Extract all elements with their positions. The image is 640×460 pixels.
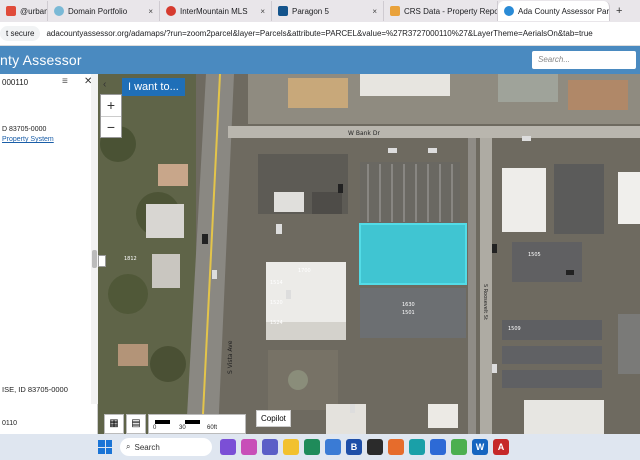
aerial-imagery: W Bank Dr S Vista Ave S Roosevelt St 181… xyxy=(98,74,640,434)
taskbar-search-label: Search xyxy=(134,442,160,452)
address-label: 1700 xyxy=(298,268,311,274)
panel-toggle-handle[interactable] xyxy=(98,255,106,267)
bottom-parcel-id: 0110 xyxy=(2,420,18,427)
layers-icon[interactable]: ▤ xyxy=(126,414,146,434)
zoom-control: + − xyxy=(100,94,122,138)
paragon-favicon-icon xyxy=(278,6,288,16)
windows-taskbar: ⌕ Search B W A xyxy=(0,434,640,460)
mail-app-icon[interactable] xyxy=(325,439,341,455)
scale-bar: 0 30 60ft xyxy=(148,414,246,434)
tab-label: @urban xyxy=(20,6,48,16)
tab-label: Ada County Assessor Parcel xyxy=(518,6,610,16)
parcel-id: 000110 xyxy=(2,78,29,87)
copilot-tooltip: Copilot xyxy=(256,410,291,427)
file-explorer-icon[interactable] xyxy=(283,439,299,455)
tab-label: CRS Data - Property Report xyxy=(404,6,498,16)
scale-bar-graphic xyxy=(155,420,215,424)
panel-scrollbar[interactable] xyxy=(91,74,98,404)
mailing-zip: D 83705-0000 xyxy=(2,126,47,133)
copilot-app-icon[interactable] xyxy=(220,439,236,455)
ada-favicon-icon xyxy=(504,6,514,16)
app-header: nty Assessor Search... xyxy=(0,46,640,74)
menu-icon[interactable]: ≡ xyxy=(62,76,68,87)
app-title: nty Assessor xyxy=(0,52,82,68)
tab-close-icon[interactable]: × xyxy=(256,7,265,16)
zoom-out-button[interactable]: − xyxy=(101,117,121,139)
aerial-map[interactable]: W Bank Dr S Vista Ave S Roosevelt St 181… xyxy=(98,74,640,434)
parcel-info-panel: 000110 ≡ ✕ D 83705-0000 Property System … xyxy=(0,74,98,434)
crs-favicon-icon xyxy=(390,6,400,16)
selected-parcel[interactable] xyxy=(359,223,467,285)
scale-tick-0: 0 xyxy=(153,425,157,431)
address-label: 1501 xyxy=(402,310,415,316)
tab-close-icon[interactable]: × xyxy=(368,7,377,16)
edge-app-icon[interactable] xyxy=(304,439,320,455)
taskbar-search[interactable]: ⌕ Search xyxy=(120,438,212,456)
scale-tick-30: 30 xyxy=(179,425,186,431)
address-label: 1630 xyxy=(402,302,415,308)
app-icon[interactable] xyxy=(430,439,446,455)
new-tab-button[interactable]: + xyxy=(610,5,628,17)
property-system-link[interactable]: Property System xyxy=(2,136,54,143)
street-label-bank: W Bank Dr xyxy=(348,130,380,137)
address-label: 1524 xyxy=(270,320,283,326)
word-app-icon[interactable]: W xyxy=(472,439,488,455)
tab-ada-county-assessor[interactable]: Ada County Assessor Parcel × xyxy=(498,1,610,21)
address-label: 1505 xyxy=(528,252,541,258)
not-secure-badge[interactable]: t secure xyxy=(0,26,41,41)
tab-label: Paragon 5 xyxy=(292,6,329,16)
address-label: 1514 xyxy=(270,280,283,286)
scrollbar-thumb[interactable] xyxy=(92,250,97,268)
tab-domain-portfolio[interactable]: Domain Portfolio × xyxy=(48,1,160,21)
tab-urban[interactable]: @urban × xyxy=(0,1,48,21)
browser-tab-strip: @urban × Domain Portfolio × InterMountai… xyxy=(0,0,640,22)
mls-favicon-icon xyxy=(166,6,176,16)
property-address: ISE, ID 83705-0000 xyxy=(2,385,68,394)
tab-close-icon[interactable]: × xyxy=(144,7,153,16)
media-app-icon[interactable] xyxy=(241,439,257,455)
address-label: 1509 xyxy=(508,326,521,332)
url-text[interactable]: adacountyassessor.org/adamaps/?run=zoom2… xyxy=(46,29,592,38)
taskbar-apps: B W A xyxy=(220,439,509,455)
zoom-in-button[interactable]: + xyxy=(101,95,121,117)
bing-app-icon[interactable]: B xyxy=(346,439,362,455)
windows-start-icon[interactable] xyxy=(98,440,112,454)
address-label: 1520 xyxy=(270,300,283,306)
street-label-vista: S Vista Ave xyxy=(227,340,234,374)
search-input[interactable]: Search... xyxy=(532,51,636,69)
tab-intermountain-mls[interactable]: InterMountain MLS × xyxy=(160,1,272,21)
back-arrow-icon[interactable]: ‹ xyxy=(103,79,106,90)
street-label-right: S Roosevelt St xyxy=(482,284,488,320)
search-icon: ⌕ xyxy=(126,442,131,451)
basemap-icon[interactable]: ▦ xyxy=(104,414,124,434)
urban-favicon-icon xyxy=(6,6,16,16)
scale-tick-60: 60ft xyxy=(207,425,218,431)
store-app-icon[interactable] xyxy=(367,439,383,455)
tab-label: InterMountain MLS xyxy=(180,6,248,16)
tab-label: Domain Portfolio xyxy=(68,6,128,16)
address-bar[interactable]: t secure adacountyassessor.org/adamaps/?… xyxy=(0,22,640,46)
domain-favicon-icon xyxy=(54,6,64,16)
firefox-app-icon[interactable] xyxy=(388,439,404,455)
tab-paragon[interactable]: Paragon 5 × xyxy=(272,1,384,21)
chrome-app-icon[interactable] xyxy=(451,439,467,455)
address-label: 1812 xyxy=(124,256,137,262)
acrobat-app-icon[interactable]: A xyxy=(493,439,509,455)
teams-app-icon[interactable] xyxy=(262,439,278,455)
app-icon[interactable] xyxy=(409,439,425,455)
tab-crs-data[interactable]: CRS Data - Property Report × xyxy=(384,1,498,21)
i-want-to-button[interactable]: I want to... xyxy=(122,78,185,96)
